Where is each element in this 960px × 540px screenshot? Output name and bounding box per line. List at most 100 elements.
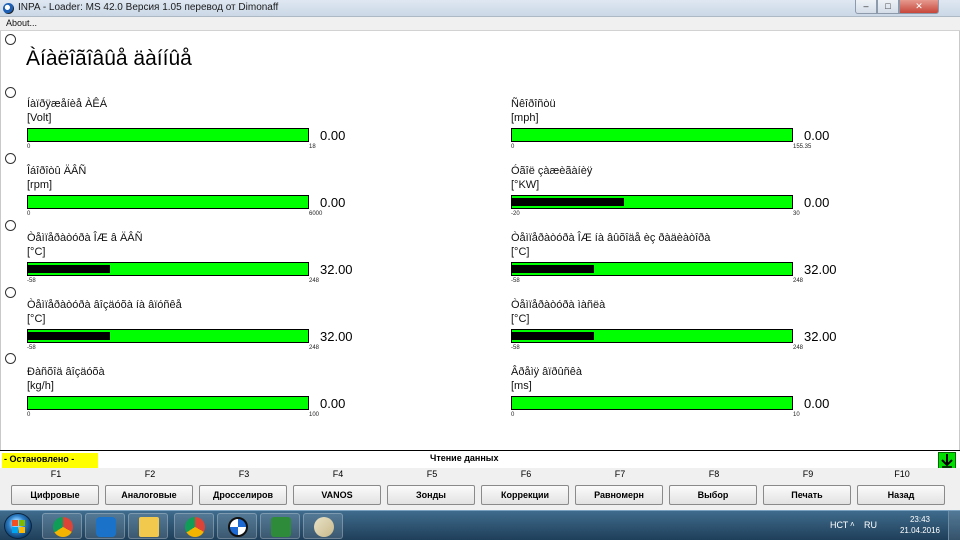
taskbar-teamviewer[interactable] [85,513,125,539]
windows-logo-icon [12,520,25,533]
row-radio-3[interactable] [5,220,16,231]
print-button[interactable]: Печать [763,485,851,505]
gauge-value: 32.00 [320,262,353,277]
maximize-button[interactable]: □ [877,0,899,14]
gauge-max: 248 [793,278,804,284]
gauge-bar [27,396,309,410]
tray-clock[interactable]: 23:43 21.04.2016 [896,514,944,536]
gauge-min: 0 [511,144,515,150]
gauge-bar [511,396,793,410]
gauge-bar [27,195,309,209]
page-title: Àíàëîãîâûå äàííûå [26,47,192,70]
row-radio-4[interactable] [5,287,16,298]
fkey-label: F1 [50,469,62,479]
down-arrow-icon[interactable] [938,452,956,469]
gauge-min: 0 [27,412,31,418]
taskbar-explorer[interactable] [128,513,168,539]
status-bar: - Остановлено - Чтение данных [0,450,960,469]
fkey-label: F3 [238,469,250,479]
fkey-f5: F5 Зонды [385,468,479,510]
gauge-max: 6000 [309,211,323,217]
start-button[interactable] [4,513,32,539]
select-button[interactable]: Выбор [669,485,757,505]
gauge-bar [511,329,793,343]
gauge-bar [511,262,793,276]
gauge-min: -58 [511,345,520,351]
window-title: INPA - Loader: MS 42.0 Версия 1.05 перев… [18,2,279,13]
gauge-unit: [°C] [511,246,530,258]
vanos-button[interactable]: VANOS [293,485,381,505]
probes-button[interactable]: Зонды [387,485,475,505]
row-radio-title[interactable] [5,34,16,45]
minimize-button[interactable]: – [855,0,877,14]
gauge-oil-temp: Òåìïåðàòóðà ìàñëà [°C] -58 248 32.00 [511,299,841,361]
gauge-unit: [°C] [27,246,46,258]
gauge-max: 100 [309,412,320,418]
fkey-f8: F8 Выбор [667,468,761,510]
gauge-label: Âðåìÿ âïðûñêà [511,366,582,378]
chrome-icon [185,517,205,537]
corrections-button[interactable]: Коррекции [481,485,569,505]
gauge-max: 18 [309,144,316,150]
tray-chevron-icon[interactable]: ˄ [850,520,855,529]
gauge-label: Ñêîðîñòü [511,98,556,110]
tray-language[interactable]: НСТ [830,520,848,530]
fkey-label: F9 [802,469,814,479]
fkey-f4: F4 VANOS [291,468,385,510]
row-radio-1[interactable] [5,87,16,98]
gauge-min: -58 [27,278,36,284]
fkey-label: F5 [426,469,438,479]
taskbar-chrome-2[interactable] [174,513,214,539]
gauge-ignition-angle: Óãîë çàæèãàíèÿ [°KW] -20 30 0.00 [511,165,841,227]
gauge-unit: [°C] [27,313,46,325]
taskbar-inpa[interactable] [217,513,257,539]
status-stopped: - Остановлено - [2,453,98,468]
gauge-fill [28,265,110,273]
gauge-value: 0.00 [804,128,830,143]
show-desktop-button[interactable] [948,511,960,540]
gauge-value: 0.00 [804,195,830,210]
gauge-value: 0.00 [320,396,346,411]
gauge-bar [27,329,309,343]
gauge-fill [512,198,624,206]
gauge-label: Òåìïåðàòóðà ÎÆ â ÄÂÑ [27,232,143,244]
gauge-bar [511,195,793,209]
throttle-button[interactable]: Дросселиров [199,485,287,505]
taskbar-ediabas[interactable] [260,513,300,539]
taskbar: НСТ ˄ RU 23:43 21.04.2016 [0,510,960,540]
gauge-coolant-temp-engine: Òåìïåðàòóðà ÎÆ â ÄÂÑ [°C] -58 248 32.00 [27,232,357,294]
tray-locale[interactable]: RU [864,520,877,530]
row-radio-5[interactable] [5,353,16,364]
back-button[interactable]: Назад [857,485,945,505]
fkey-label: F7 [614,469,626,479]
gauge-unit: [ms] [511,380,532,392]
function-key-bar: F1 Цифровые F2 Аналоговые F3 Дросселиров… [0,468,960,510]
ediabas-icon [271,517,291,537]
taskbar-chrome[interactable] [42,513,82,539]
gauge-intake-air-temp: Òåìïåðàòóðà âîçäóõà íà âïóñêå [°C] -58 2… [27,299,357,361]
gauge-label: Îáîðîòû ÄÂÑ [27,165,87,177]
fkey-f6: F6 Коррекции [479,468,573,510]
teamviewer-icon [96,517,116,537]
gauge-label: Ðàñõîä âîçäóõà [27,366,105,378]
clock-time: 23:43 [909,515,931,524]
digital-button[interactable]: Цифровые [11,485,99,505]
gauge-label: Òåìïåðàòóðà ÎÆ íà âûõîäå èç ðàäèàòîðà [511,232,711,244]
fkey-label: F6 [520,469,532,479]
analog-button[interactable]: Аналоговые [105,485,193,505]
menu-about[interactable]: About... [6,18,37,28]
gauge-label: Òåìïåðàòóðà ìàñëà [511,299,606,311]
gauge-value: 32.00 [804,329,837,344]
window-titlebar: INPA - Loader: MS 42.0 Версия 1.05 перев… [0,0,960,17]
gauge-min: 0 [27,144,31,150]
close-button[interactable]: ✕ [899,0,939,14]
smoothness-button[interactable]: Равномерн [575,485,663,505]
row-radio-2[interactable] [5,153,16,164]
gauge-battery-voltage: Íàïðÿæåíèå ÀÊÁ [Volt] 0 18 0.00 [27,98,357,160]
menu-bar: About... [0,17,960,31]
fkey-label: F2 [144,469,156,479]
gauge-min: -58 [27,345,36,351]
taskbar-paint[interactable] [303,513,343,539]
fkey-label: F4 [332,469,344,479]
gauge-fill [28,332,110,340]
